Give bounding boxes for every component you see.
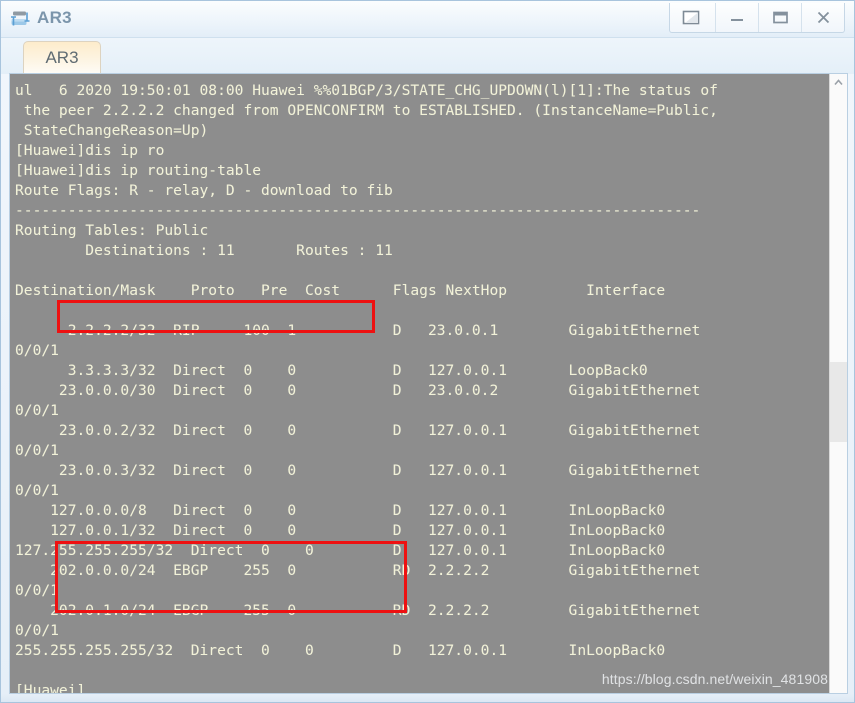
scrollbar-up-arrow[interactable]: [830, 74, 847, 91]
tab-ar3[interactable]: AR3: [23, 41, 101, 74]
tab-strip: AR3: [1, 38, 854, 74]
console-panel: ul 6 2020 19:50:01 08:00 Huawei %%01BGP/…: [9, 73, 848, 694]
terminal-scrollbar[interactable]: [829, 74, 847, 693]
scrollbar-down-arrow[interactable]: [830, 676, 847, 693]
maximize-icon: [772, 11, 788, 24]
minimize-icon: [731, 18, 743, 21]
router-icon: [11, 11, 30, 26]
scrollbar-thumb[interactable]: [830, 362, 847, 442]
close-window-button[interactable]: [801, 3, 844, 32]
tab-label: AR3: [45, 48, 79, 67]
emulator-window: AR3 AR3 ul 6 2020 19:50:01 08:00 Huawei …: [0, 0, 855, 703]
close-icon: [817, 11, 829, 24]
minimize-window-button[interactable]: [715, 3, 758, 32]
restore-window-button[interactable]: [670, 3, 715, 32]
terminal-output[interactable]: ul 6 2020 19:50:01 08:00 Huawei %%01BGP/…: [10, 74, 830, 693]
window-titlebar: AR3: [1, 1, 854, 38]
chevron-up-icon: [834, 79, 843, 86]
watermark-text: https://blog.csdn.net/weixin_481908: [601, 671, 828, 687]
restore-icon: [682, 10, 699, 24]
maximize-window-button[interactable]: [758, 3, 801, 32]
terminal-text: ul 6 2020 19:50:01 08:00 Huawei %%01BGP/…: [15, 81, 718, 693]
window-bottom-edge: [1, 694, 854, 702]
window-controls: [669, 3, 845, 33]
window-title: AR3: [37, 8, 72, 27]
